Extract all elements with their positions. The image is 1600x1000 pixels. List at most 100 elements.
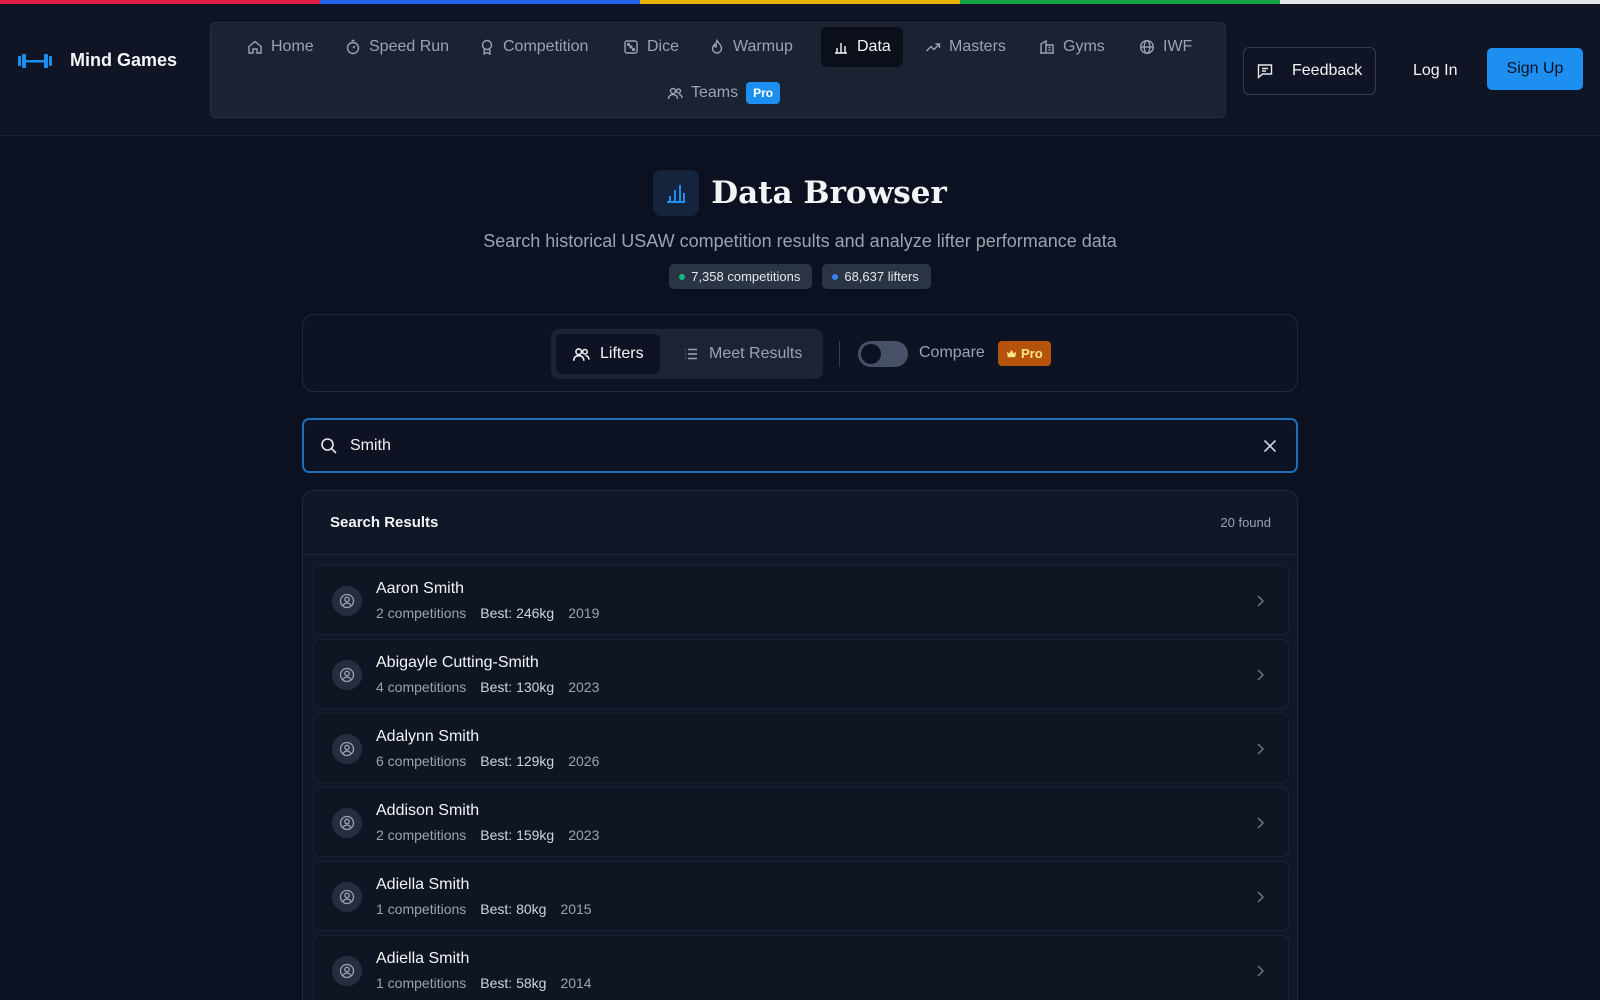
best-total: Best: 246kg (480, 605, 555, 621)
year: 2026 (568, 753, 600, 769)
list-item[interactable]: Adiella Smith 1 competitions Best: 80kg 201… (313, 861, 1289, 931)
best-total: Best: 58kg (480, 975, 547, 991)
lifter-name: Addison Smith (376, 802, 480, 819)
brand-link[interactable]: Mind Games (18, 50, 177, 71)
year: 2023 (568, 679, 600, 695)
nav-item-gyms[interactable]: Gyms (1027, 27, 1117, 67)
chevron-right-icon (1252, 741, 1268, 757)
chevron-right-icon (1252, 667, 1268, 683)
best-total: Best: 80kg (480, 901, 547, 917)
page-title: Data Browser (711, 175, 947, 211)
lifter-meta: 2 competitions Best: 159kg 2023 (376, 827, 599, 843)
lifter-meta: 1 competitions Best: 80kg 2015 (376, 901, 592, 917)
search-icon (320, 437, 338, 455)
users-icon (572, 345, 590, 363)
barbell-logo-icon (18, 53, 52, 69)
home-icon (247, 39, 263, 55)
year: 2014 (560, 975, 592, 991)
nav-label-speed-run: Speed Run (369, 38, 450, 55)
compare-toggle[interactable] (858, 341, 908, 367)
lifter-name: Adiella Smith (376, 950, 470, 967)
avatar-user-icon (332, 956, 362, 986)
building-icon (1039, 39, 1055, 55)
lifter-name: Aaron Smith (376, 580, 465, 597)
status-dot-green (679, 273, 686, 280)
divider (839, 341, 840, 367)
page-title-row: Data Browser (0, 170, 1600, 216)
view-mode-segmented-control: Lifters Meet Results (551, 329, 823, 379)
nav-item-home[interactable]: Home (235, 27, 326, 67)
lifters-count: 68,637 lifters (844, 269, 919, 284)
competition-count: 1 competitions (376, 901, 467, 917)
list-item[interactable]: Aaron Smith 2 competitions Best: 246kg 2019 (313, 565, 1289, 635)
list-item[interactable]: Abigayle Cutting-Smith 4 competitions Best… (313, 639, 1289, 709)
search-results-panel: Search Results 20 found Aaron Smith 2 com… (302, 490, 1298, 1000)
list-item[interactable]: Adalynn Smith 6 competitions Best: 129kg 20… (313, 713, 1289, 783)
nav-label-iwf: IWF (1163, 38, 1193, 55)
page-header: Data Browser Search historical USAW comp… (0, 170, 1600, 289)
tab-meet-results[interactable]: Meet Results (667, 334, 818, 374)
pro-label: Pro (1021, 346, 1043, 361)
top-navigation-bar: Mind Games Home Speed Run Competition Di… (0, 4, 1600, 136)
toggle-knob (861, 344, 881, 364)
nav-item-masters[interactable]: Masters (913, 27, 1018, 67)
bar-chart-icon (653, 170, 700, 216)
clear-search-icon[interactable] (1262, 438, 1278, 454)
nav-item-warmup[interactable]: Warmup (697, 27, 805, 67)
nav-label-masters: Masters (949, 38, 1006, 55)
competition-count: 6 competitions (376, 753, 467, 769)
chevron-right-icon (1252, 889, 1268, 905)
login-button[interactable]: Log In (1393, 47, 1477, 95)
search-input[interactable] (350, 420, 1262, 471)
nav-item-iwf[interactable]: IWF (1127, 27, 1204, 67)
lifters-count-badge: 68,637 lifters (822, 264, 931, 289)
medal-icon (479, 39, 495, 55)
avatar-user-icon (332, 660, 362, 690)
flame-icon (709, 39, 725, 55)
nav-item-data[interactable]: Data (821, 27, 903, 67)
best-total: Best: 159kg (480, 827, 555, 843)
trending-up-icon (925, 39, 941, 55)
lifter-meta: 4 competitions Best: 130kg 2023 (376, 679, 599, 695)
page-subtitle: Search historical USAW competition resul… (483, 231, 1117, 251)
search-field (302, 418, 1298, 473)
brand-name: Mind Games (70, 50, 178, 70)
nav-item-speed-run[interactable]: Speed Run (333, 27, 461, 67)
globe-icon (1139, 39, 1155, 55)
nav-item-competition[interactable]: Competition (467, 27, 600, 67)
mode-selector-card: Lifters Meet Results Compare Pro (302, 314, 1298, 392)
competition-count: 2 competitions (376, 827, 467, 843)
year: 2023 (568, 827, 600, 843)
nav-label-teams: Teams (691, 84, 739, 101)
compare-label: Compare (919, 344, 985, 361)
results-count: 20 found (1220, 515, 1271, 530)
lifter-name: Adalynn Smith (376, 728, 480, 745)
nav-item-dice[interactable]: Dice (611, 27, 691, 67)
status-dot-blue (832, 273, 839, 280)
dice-icon (623, 39, 639, 55)
crown-icon (1006, 348, 1017, 359)
list-icon (683, 346, 699, 362)
year: 2015 (560, 901, 592, 917)
lifter-name: Adiella Smith (376, 876, 470, 893)
tab-lifters[interactable]: Lifters (556, 334, 660, 374)
users-icon (667, 85, 683, 101)
nav-label-dice: Dice (647, 38, 680, 55)
stats-row: 7,358 competitions 68,637 lifters (0, 264, 1600, 289)
lifter-meta: 2 competitions Best: 246kg 2019 (376, 605, 599, 621)
competition-count: 2 competitions (376, 605, 467, 621)
feedback-button[interactable]: Feedback (1243, 47, 1376, 95)
results-header: Search Results 20 found (303, 491, 1297, 555)
compare-pro-badge: Pro (998, 341, 1051, 366)
nav-item-teams[interactable]: Teams Pro (655, 73, 792, 113)
competition-count: 4 competitions (376, 679, 467, 695)
year: 2019 (568, 605, 600, 621)
list-item[interactable]: Addison Smith 2 competitions Best: 159kg 20… (313, 787, 1289, 857)
list-item[interactable]: Adiella Smith 1 competitions Best: 58kg 201… (313, 935, 1289, 1000)
best-total: Best: 130kg (480, 679, 555, 695)
results-title: Search Results (330, 514, 439, 531)
signup-button[interactable]: Sign Up (1487, 48, 1583, 90)
lifter-meta: 6 competitions Best: 129kg 2026 (376, 753, 599, 769)
main-nav: Home Speed Run Competition Dice Warmup D… (210, 22, 1226, 118)
tab-lifters-label: Lifters (600, 345, 644, 362)
